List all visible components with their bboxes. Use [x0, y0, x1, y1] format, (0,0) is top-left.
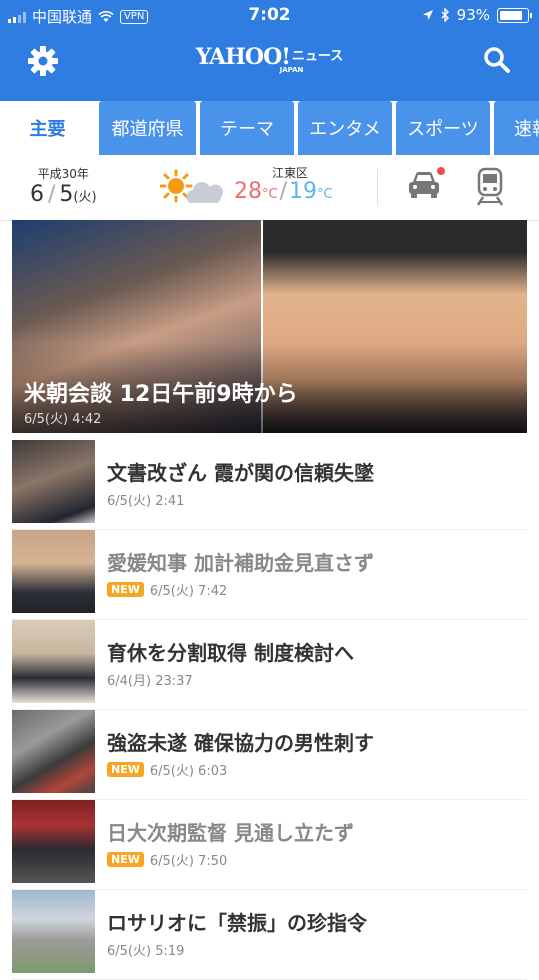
bluetooth-icon: [441, 8, 449, 22]
new-badge: NEW: [107, 852, 144, 867]
article-time: 6/4(月) 23:37: [107, 674, 193, 689]
location-arrow-icon: [422, 10, 433, 20]
logo-yahoo: YAHOO!: [195, 44, 291, 70]
day: 5: [59, 182, 74, 207]
weekday: (火): [73, 190, 97, 205]
sunny-cloudy-icon[interactable]: [160, 169, 226, 207]
headline-hero[interactable]: 米朝会談 12日午前9時から 6/5(火) 4:42: [12, 220, 527, 433]
tab-breaking[interactable]: 速報: [494, 101, 539, 155]
car-icon: [409, 172, 439, 198]
article-title: 育休を分割取得 制度検討へ: [107, 641, 354, 665]
article-time: 6/5(火) 5:19: [107, 944, 185, 959]
new-badge: NEW: [107, 582, 144, 597]
new-badge: NEW: [107, 762, 144, 777]
battery-percent: 93%: [456, 6, 490, 24]
article-time: 6/5(火) 6:03: [149, 764, 228, 779]
status-right: 93%: [422, 6, 532, 24]
list-item[interactable]: 強盗未遂 確保協力の男性刺す NEW 6/5(火) 6:03: [12, 710, 527, 800]
logo-news: ニュース: [291, 49, 344, 64]
tab-main[interactable]: 主要: [0, 101, 95, 155]
article-meta: 6/5(火) 5:19: [107, 940, 184, 959]
high-unit: °C: [262, 187, 278, 202]
list-item[interactable]: 育休を分割取得 制度検討へ 6/4(月) 23:37: [12, 620, 527, 710]
article-title: 強盗未遂 確保協力の男性刺す: [107, 731, 374, 755]
hero-title: 米朝会談 12日午前9時から: [24, 382, 298, 407]
article-time: 6/5(火) 7:50: [149, 854, 228, 869]
era-year: 平成30年: [37, 167, 89, 181]
article-thumbnail: [12, 710, 95, 793]
article-thumbnail: [12, 890, 95, 973]
traffic-button[interactable]: [407, 167, 445, 204]
battery-icon: [497, 7, 532, 23]
low-temp: 19: [289, 179, 317, 204]
article-thumbnail: [12, 800, 95, 883]
status-bar: 中国联通 VPN 7:02 93%: [0, 0, 539, 32]
low-unit: °C: [317, 187, 333, 202]
article-list: 文書改ざん 霞が関の信頼失墜 6/5(火) 2:41 愛媛知事 加計補助金見直さ…: [12, 440, 527, 980]
tab-themes[interactable]: テーマ: [200, 101, 294, 155]
article-title: 日大次期監督 見通し立たず: [107, 821, 354, 845]
article-meta: NEW 6/5(火) 6:03: [107, 760, 227, 779]
hero-time: 6/5(火) 4:42: [24, 412, 102, 427]
train-icon[interactable]: [474, 167, 506, 207]
tab-prefectures[interactable]: 都道府県: [99, 101, 196, 155]
info-bar: 平成30年 6/5(火) 江東区 28°C/19°C: [0, 155, 539, 221]
battery-level: [500, 10, 522, 20]
article-meta: NEW 6/5(火) 7:50: [107, 850, 227, 869]
article-title: 文書改ざん 霞が関の信頼失墜: [107, 461, 374, 485]
month: 6: [30, 182, 44, 207]
category-tabs: 主要 都道府県 テーマ エンタメ スポーツ 速報: [0, 101, 539, 155]
article-thumbnail: [12, 440, 95, 523]
yahoo-news-logo[interactable]: YAHOO! ニュース JAPAN: [0, 44, 539, 74]
notification-dot: [437, 167, 445, 175]
high-temp: 28: [234, 179, 262, 204]
tab-sports[interactable]: スポーツ: [396, 101, 490, 155]
article-title: 愛媛知事 加計補助金見直さず: [107, 551, 374, 575]
list-item[interactable]: ロサリオに「禁振」の珍指令 6/5(火) 5:19: [12, 890, 527, 980]
article-thumbnail: [12, 530, 95, 613]
article-time: 6/5(火) 7:42: [149, 584, 228, 599]
article-meta: 6/5(火) 2:41: [107, 490, 184, 509]
list-item[interactable]: 愛媛知事 加計補助金見直さず NEW 6/5(火) 7:42: [12, 530, 527, 620]
temperature: 28°C/19°C: [234, 179, 333, 204]
article-time: 6/5(火) 2:41: [107, 494, 185, 509]
date-display: 平成30年 6/5(火): [30, 165, 97, 207]
article-meta: 6/4(月) 23:37: [107, 670, 193, 689]
article-thumbnail: [12, 620, 95, 703]
app-header: YAHOO! ニュース JAPAN: [0, 32, 539, 92]
article-meta: NEW 6/5(火) 7:42: [107, 580, 227, 599]
list-item[interactable]: 日大次期監督 見通し立たず NEW 6/5(火) 7:50: [12, 800, 527, 890]
info-divider: [377, 169, 378, 205]
tab-entertainment[interactable]: エンタメ: [298, 101, 392, 155]
month-day: 6/5(火): [30, 182, 97, 207]
logo-japan: JAPAN: [279, 66, 304, 74]
article-title: ロサリオに「禁振」の珍指令: [107, 911, 367, 935]
list-item[interactable]: 文書改ざん 霞が関の信頼失墜 6/5(火) 2:41: [12, 440, 527, 530]
search-icon[interactable]: [483, 46, 511, 74]
